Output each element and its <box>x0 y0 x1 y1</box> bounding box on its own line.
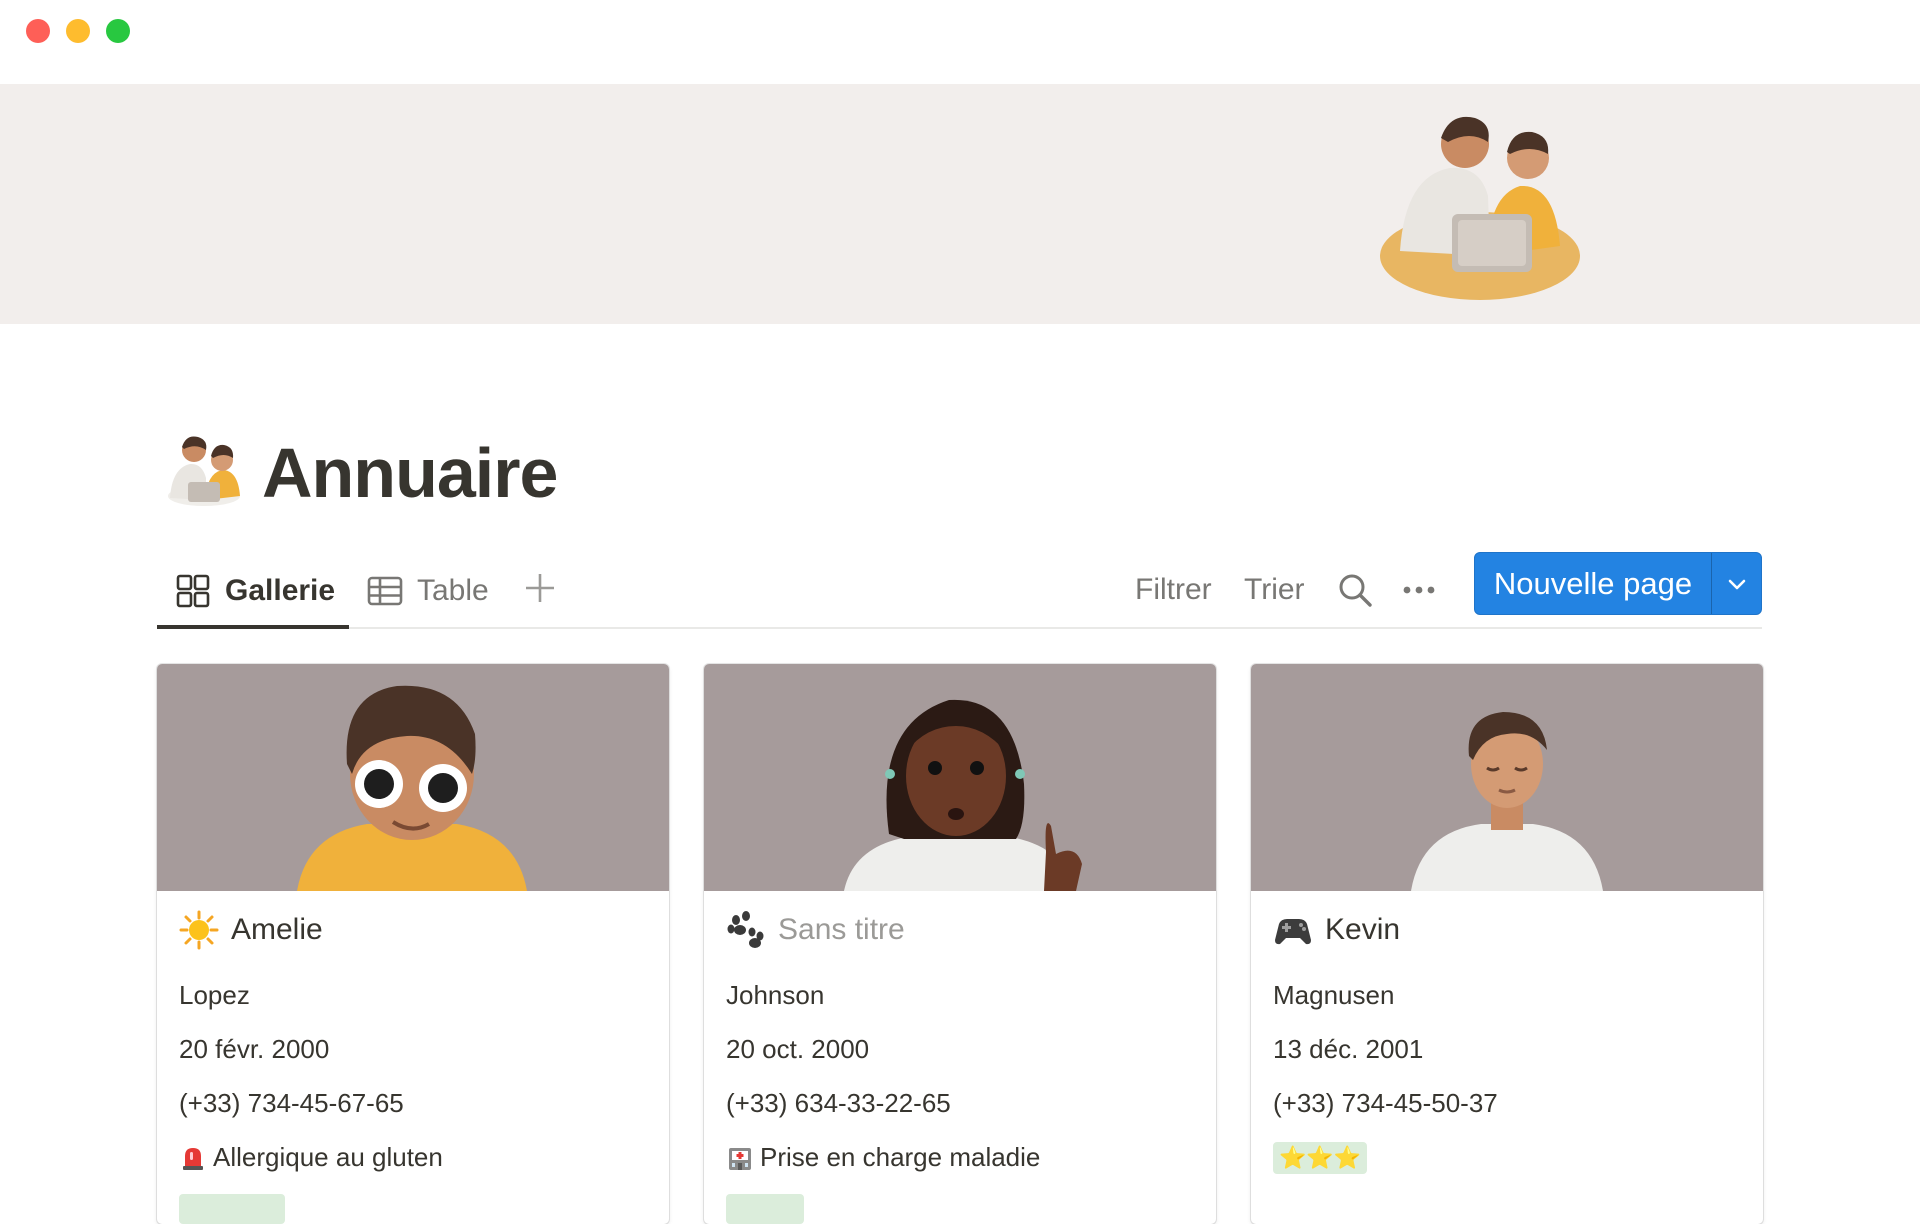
card-tag <box>179 1194 285 1224</box>
card-tag <box>726 1194 804 1224</box>
new-page-button[interactable]: Nouvelle page <box>1475 553 1711 614</box>
tab-table-label: Table <box>417 573 489 607</box>
ellipsis-icon[interactable] <box>1399 570 1439 610</box>
table-icon <box>367 576 403 605</box>
window-titlebar <box>0 0 1920 84</box>
new-page-dropdown-button[interactable] <box>1712 553 1761 614</box>
gallery-card[interactable]: Sans titre Johnson 20 oct. 2000 (+33) 63… <box>704 664 1216 1224</box>
card-note-text: Prise en charge maladie <box>760 1142 1041 1172</box>
tab-gallery[interactable]: Gallerie <box>175 552 335 629</box>
star-rating-badge: ⭐⭐⭐ <box>1273 1142 1368 1174</box>
people-laptop-illustration <box>1380 116 1580 300</box>
card-name: Amelie <box>231 913 323 946</box>
hospital-icon <box>729 1147 751 1170</box>
filter-button[interactable]: Filtrer <box>1135 568 1212 612</box>
paw-prints-icon <box>727 911 764 948</box>
card-note: Allergique au gluten <box>179 1142 443 1173</box>
tab-gallery-label: Gallerie <box>225 573 336 607</box>
view-bar: Gallerie Table Filtrer Trier Nouvelle pa… <box>157 552 1762 629</box>
card-title[interactable]: Kevin <box>1273 910 1400 950</box>
gamepad-icon <box>1275 919 1311 945</box>
card-phone: (+33) 734-45-67-65 <box>179 1088 404 1118</box>
sun-icon <box>179 910 219 950</box>
sort-button[interactable]: Trier <box>1244 568 1305 612</box>
avatar-girl-pointing-illustration <box>844 699 1082 891</box>
card-birth-date: 20 févr. 2000 <box>179 1034 330 1064</box>
card-note-text: Allergique au gluten <box>213 1142 443 1172</box>
siren-icon <box>183 1147 203 1170</box>
page-title[interactable]: Annuaire <box>262 428 558 518</box>
gallery-card[interactable]: Amelie Lopez 20 févr. 2000 (+33) 734-45-… <box>157 664 669 1224</box>
chevron-down-icon <box>1728 579 1745 589</box>
maximize-window-button[interactable] <box>106 19 130 43</box>
card-title[interactable]: Sans titre <box>726 910 905 950</box>
avatar-sunglasses-illustration <box>297 685 527 891</box>
search-icon[interactable] <box>1335 570 1375 610</box>
avatar-man-calm-illustration <box>1411 712 1603 891</box>
card-phone: (+33) 634-33-22-65 <box>726 1088 951 1118</box>
card-last-name: Magnusen <box>1273 980 1395 1010</box>
active-tab-indicator <box>157 625 349 629</box>
people-laptop-icon[interactable] <box>164 430 244 510</box>
page-cover[interactable] <box>0 84 1920 324</box>
gallery-grid-icon <box>176 574 210 607</box>
card-last-name: Lopez <box>179 980 250 1010</box>
card-title[interactable]: Amelie <box>179 910 323 950</box>
plus-icon[interactable] <box>520 568 560 608</box>
gallery-card[interactable]: Kevin Magnusen 13 déc. 2001 (+33) 734-45… <box>1251 664 1763 1224</box>
tab-table[interactable]: Table <box>367 552 489 629</box>
card-birth-date: 20 oct. 2000 <box>726 1034 870 1064</box>
card-name: Kevin <box>1325 913 1401 946</box>
new-page-button-group: Nouvelle page <box>1474 552 1762 615</box>
card-birth-date: 13 déc. 2001 <box>1273 1034 1424 1064</box>
close-window-button[interactable] <box>26 19 50 43</box>
card-phone: (+33) 734-45-50-37 <box>1273 1088 1498 1118</box>
minimize-window-button[interactable] <box>66 19 90 43</box>
card-note: Prise en charge maladie <box>726 1142 1040 1173</box>
card-last-name: Johnson <box>726 980 825 1010</box>
card-name: Sans titre <box>778 913 905 946</box>
card-cover-image <box>704 664 1216 891</box>
card-cover-image <box>157 664 669 891</box>
card-cover-image <box>1251 664 1763 891</box>
